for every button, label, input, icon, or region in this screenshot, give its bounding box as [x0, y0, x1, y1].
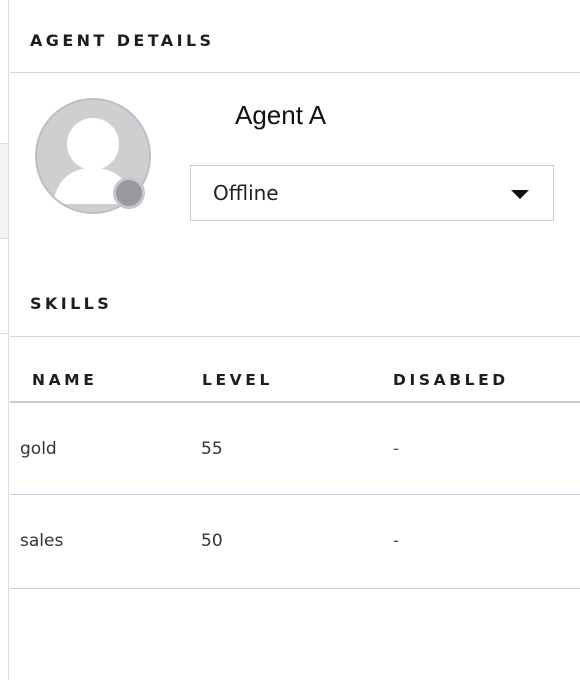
- table-row: gold 55 -: [10, 403, 580, 495]
- agent-name: Agent A: [235, 100, 327, 130]
- skill-disabled-cell: -: [393, 439, 400, 459]
- column-header-name: NAME: [32, 371, 98, 389]
- caret-down-icon: [511, 190, 529, 199]
- column-header-disabled: DISABLED: [393, 371, 509, 389]
- skill-disabled-cell: -: [393, 531, 400, 551]
- left-panel-selected-strip: [0, 143, 8, 239]
- divider: [10, 72, 580, 73]
- row-divider: [10, 588, 580, 589]
- agent-details-heading: AGENT DETAILS: [30, 31, 215, 50]
- skill-level-cell: 50: [201, 531, 223, 551]
- presence-status-dot: [113, 177, 145, 209]
- skill-name-cell: sales: [20, 531, 64, 551]
- left-panel-divider: [0, 333, 8, 334]
- left-panel-edge: [0, 0, 9, 680]
- table-row: sales 50 -: [10, 495, 580, 587]
- status-dropdown[interactable]: Offline: [190, 165, 554, 221]
- column-header-level: LEVEL: [202, 371, 273, 389]
- skills-heading: SKILLS: [30, 294, 113, 313]
- skill-name-cell: gold: [20, 439, 57, 459]
- divider: [10, 336, 580, 337]
- status-dropdown-value: Offline: [213, 181, 279, 205]
- skill-level-cell: 55: [201, 439, 223, 459]
- agent-details-panel: AGENT DETAILS Agent A Offline SKILLS NAM…: [0, 0, 580, 680]
